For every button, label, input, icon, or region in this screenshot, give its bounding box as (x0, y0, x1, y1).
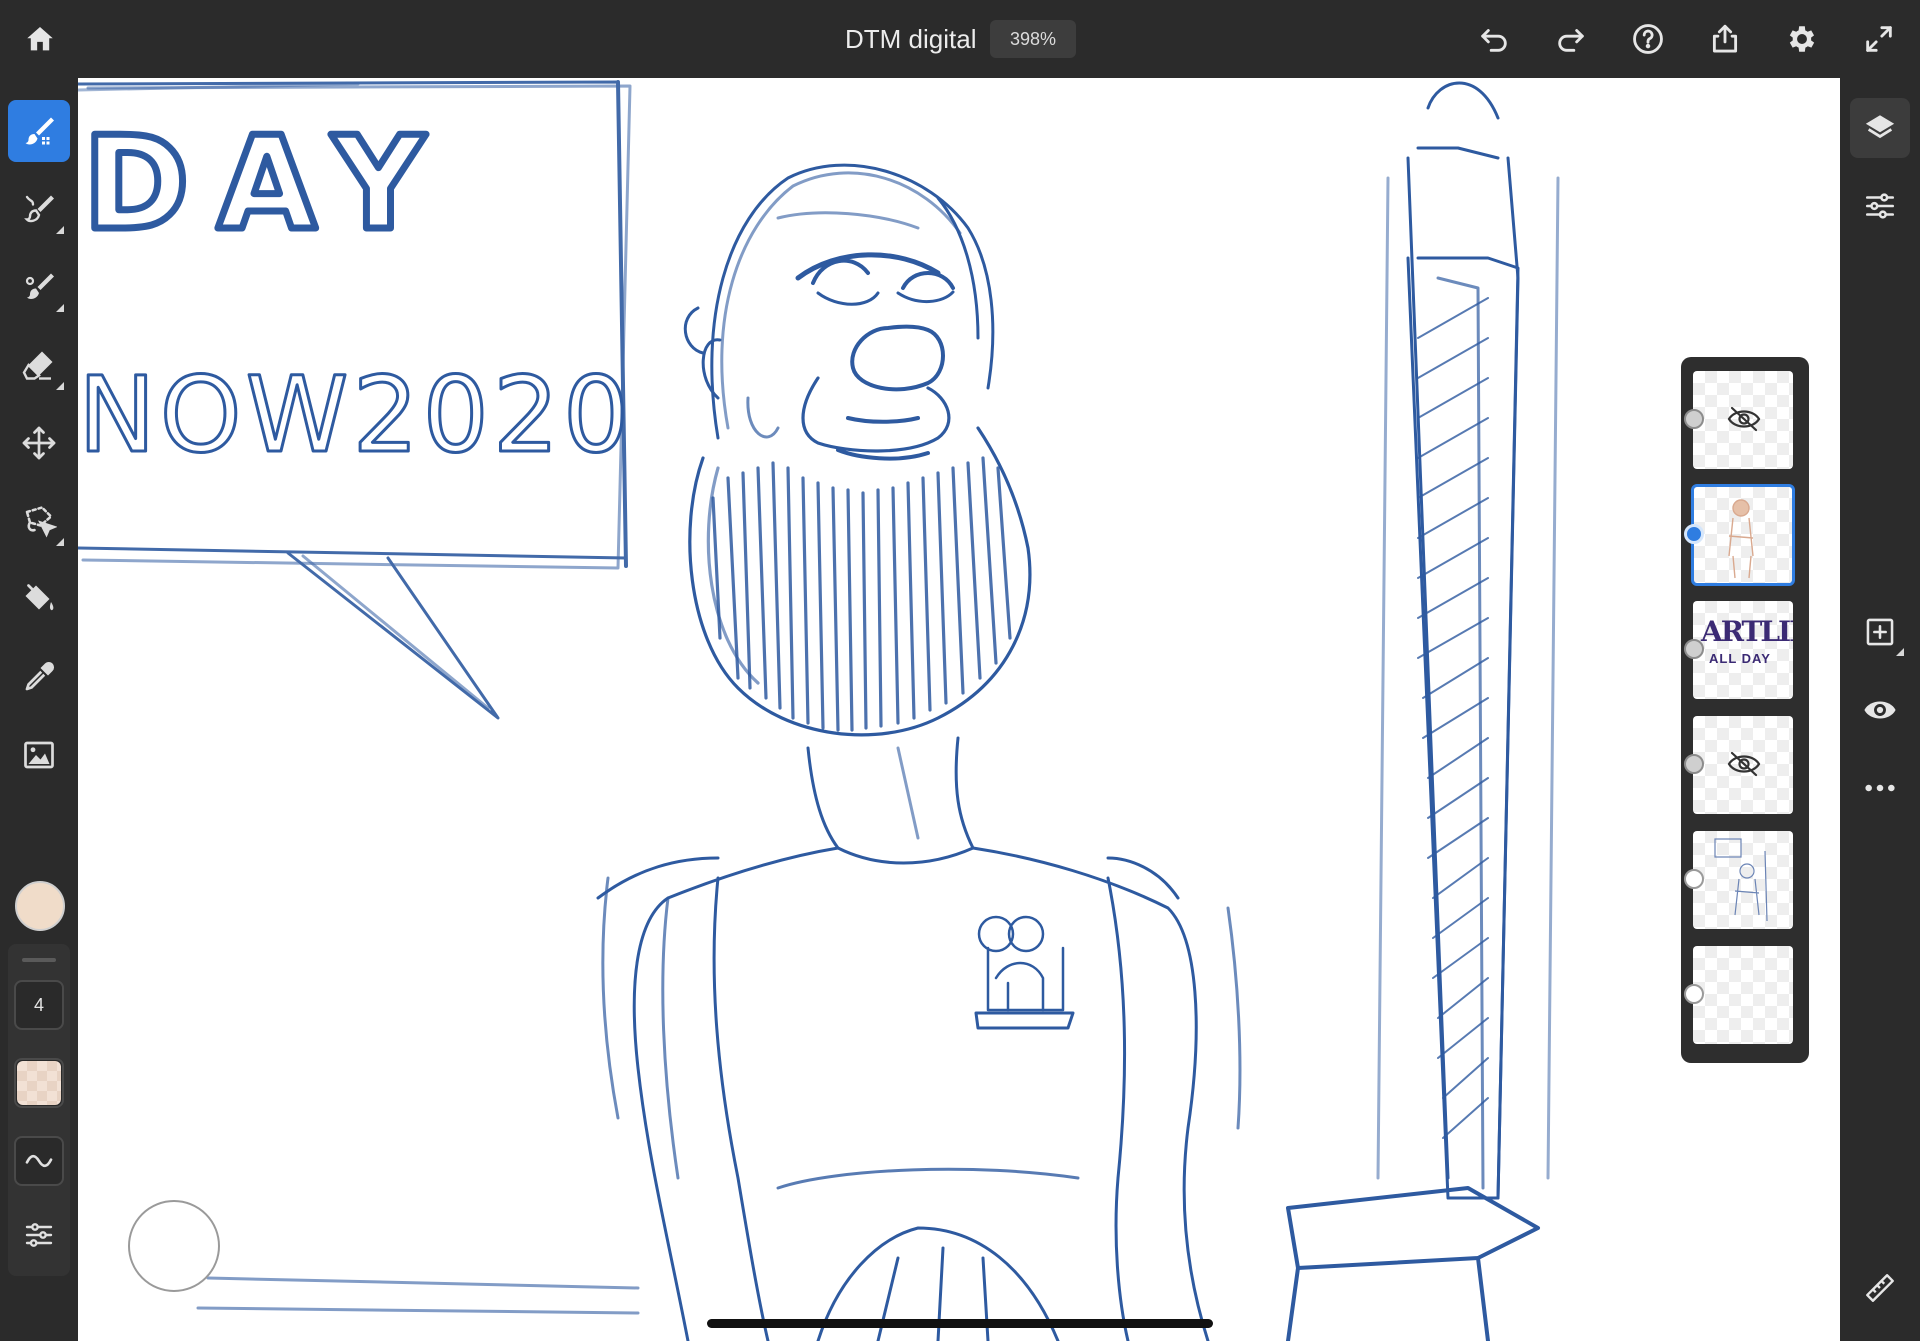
redo-icon[interactable] (1547, 15, 1595, 63)
vector-brush-icon (25, 273, 54, 299)
lettering-line1: ARTLIFE (1701, 615, 1793, 648)
share-icon[interactable] (1701, 15, 1749, 63)
layer-selected-dot[interactable] (1684, 524, 1704, 544)
sliders-icon (25, 1223, 53, 1247)
visibility-button[interactable] (1850, 680, 1910, 740)
top-toolbar: DTM digital 398% (0, 0, 1920, 78)
visibility-icon (1864, 701, 1896, 719)
live-brush-tool[interactable] (8, 178, 70, 240)
drawing-canvas[interactable]: DAY NOW2020 (78, 78, 1840, 1341)
fullscreen-icon[interactable] (1855, 15, 1903, 63)
submenu-indicator (56, 382, 64, 390)
ruler-icon (1866, 1274, 1894, 1302)
pixel-brush-tool[interactable] (8, 100, 70, 162)
character-beard (688, 376, 1032, 737)
layer-visibility-dot[interactable] (1684, 754, 1704, 774)
adjustments-icon (1865, 193, 1895, 219)
transform-tool[interactable] (8, 412, 70, 474)
image-icon (24, 741, 54, 769)
staff (1376, 81, 1560, 1200)
pixel-brush-icon (25, 117, 54, 145)
zoom-level[interactable]: 398% (990, 20, 1076, 58)
settings-icon[interactable] (1778, 15, 1826, 63)
layers-button[interactable] (1850, 98, 1910, 158)
lasso-selection-tool[interactable] (8, 490, 70, 552)
panel-divider (22, 958, 56, 962)
eyedropper-icon (25, 661, 55, 691)
layer-thumbnail-3[interactable]: ARTLIFE ALL DAY (1693, 601, 1793, 699)
lasso-icon (25, 506, 57, 538)
ruler-button[interactable] (1850, 1258, 1910, 1318)
layer-thumbnail-1[interactable] (1693, 371, 1793, 469)
add-layer-icon (1866, 618, 1894, 646)
document-title[interactable]: DTM digital (845, 24, 976, 55)
character-body (196, 736, 1540, 1341)
eraser-icon (22, 351, 53, 380)
home-icon[interactable] (16, 15, 64, 63)
hidden-eye-icon (1727, 751, 1761, 777)
sign-text-line1: DAY (83, 110, 453, 259)
paint-bucket-icon (25, 584, 54, 611)
submenu-indicator (56, 226, 64, 234)
hidden-eye-icon (1727, 406, 1761, 432)
undo-icon[interactable] (1470, 15, 1518, 63)
move-icon (22, 426, 56, 460)
brush-opacity-control[interactable] (14, 1058, 64, 1108)
submenu-indicator (1896, 648, 1904, 656)
eraser-tool[interactable] (8, 334, 70, 396)
more-options-button[interactable] (1850, 758, 1910, 818)
layer-group-dot[interactable] (1684, 869, 1704, 889)
eyedropper-tool[interactable] (8, 646, 70, 708)
shirt-emblem (974, 915, 1075, 1030)
tools-toolbar: 4 (0, 78, 78, 1341)
layer-visibility-dot[interactable] (1684, 639, 1704, 659)
add-layer-button[interactable] (1850, 602, 1910, 662)
layer-thumbnail-5[interactable] (1693, 831, 1793, 929)
opacity-swatch (17, 1061, 61, 1105)
layer-visibility-dot[interactable] (1684, 409, 1704, 429)
adjustments-button[interactable] (1850, 176, 1910, 236)
layers-panel: ARTLIFE ALL DAY (1681, 357, 1809, 1063)
submenu-indicator (56, 304, 64, 312)
layer-image-dot[interactable] (1684, 984, 1704, 1004)
brush-properties-panel: 4 (8, 944, 70, 1276)
brush-settings-button[interactable] (16, 1212, 62, 1258)
live-brush-icon (24, 195, 54, 223)
sign-text-line2: NOW2020 (78, 354, 633, 476)
vector-brush-tool[interactable] (8, 256, 70, 318)
layers-toolbar (1840, 78, 1920, 1341)
home-indicator[interactable] (707, 1319, 1213, 1328)
touch-shortcut-button[interactable] (128, 1200, 220, 1292)
smoothing-control[interactable] (14, 1136, 64, 1186)
place-image-tool[interactable] (8, 724, 70, 786)
brush-size-control[interactable]: 4 (14, 980, 64, 1030)
more-icon (1865, 784, 1895, 792)
character-head (683, 163, 995, 440)
fill-tool[interactable] (8, 568, 70, 630)
layer-thumbnail-4[interactable] (1693, 716, 1793, 814)
figure-color-thumbnail (1728, 499, 1754, 579)
group-thumbnail (1714, 838, 1768, 922)
layers-icon (1865, 115, 1895, 139)
layer-thumbnail-6[interactable] (1693, 946, 1793, 1044)
sketch-artwork: DAY NOW2020 (78, 80, 1560, 1341)
wave-icon (25, 1154, 53, 1168)
color-picker-swatch[interactable] (15, 881, 65, 931)
layer-thumbnail-2[interactable] (1691, 484, 1795, 586)
help-icon[interactable] (1624, 15, 1672, 63)
lettering-line2: ALL DAY (1709, 651, 1771, 666)
submenu-indicator (56, 538, 64, 546)
